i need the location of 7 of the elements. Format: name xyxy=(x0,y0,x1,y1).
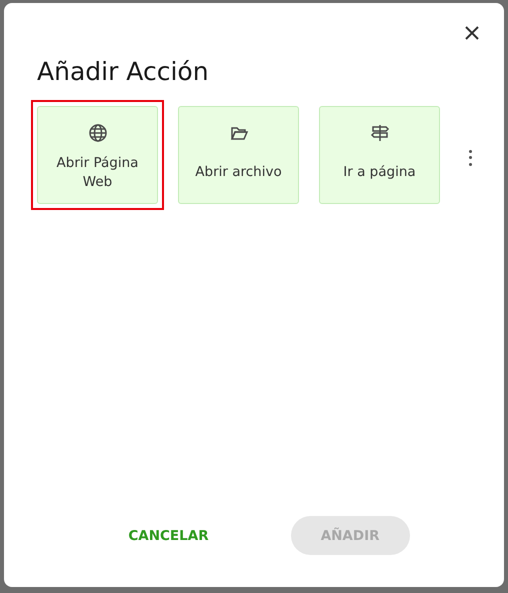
signpost-icon xyxy=(370,123,390,143)
cancel-button[interactable]: CANCELAR xyxy=(98,516,239,555)
action-card[interactable]: Abrir Página Web xyxy=(37,106,158,204)
action-card[interactable]: Ir a página xyxy=(319,106,440,204)
action-card[interactable]: Abrir archivo xyxy=(178,106,299,204)
dialog-title: Añadir Acción xyxy=(37,57,209,86)
globe-icon xyxy=(88,123,108,143)
